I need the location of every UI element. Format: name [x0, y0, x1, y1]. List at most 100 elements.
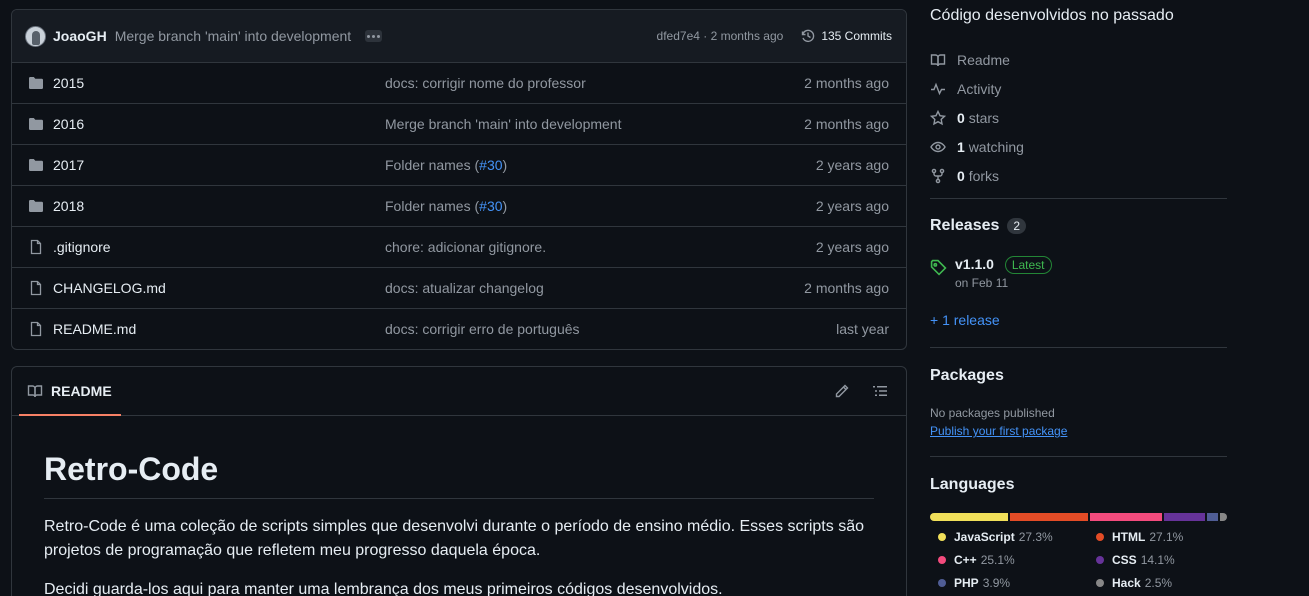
- file-icon: [28, 239, 44, 255]
- commit-meta[interactable]: dfed7e4 · 2 months ago: [657, 29, 784, 43]
- packages-title[interactable]: Packages: [930, 367, 1004, 385]
- avatar[interactable]: [25, 25, 46, 47]
- commits-history-link[interactable]: 135 Commits: [800, 28, 892, 44]
- language-percent: 25.1%: [980, 553, 1015, 567]
- file-commit-message[interactable]: Merge branch 'main' into development: [385, 116, 621, 132]
- readme-link[interactable]: Readme: [930, 45, 1024, 74]
- file-age: 2 months ago: [804, 75, 889, 91]
- language-bar-segment: [1164, 513, 1205, 521]
- commit-text: Folder names (: [385, 198, 480, 214]
- folder-icon: [28, 157, 44, 173]
- file-row[interactable]: 2018 Folder names (#30) 2 years ago: [12, 186, 906, 227]
- file-row[interactable]: 2015 docs: corrigir nome do professor 2 mo…: [12, 63, 906, 104]
- file-age: 2 years ago: [815, 239, 889, 255]
- file-commit-message[interactable]: Folder names (#30): [385, 198, 507, 214]
- watching-label: watching: [968, 138, 1024, 155]
- eye-icon: [930, 141, 946, 152]
- book-icon: [27, 384, 43, 397]
- publish-package-link[interactable]: Publish your first package: [930, 424, 1067, 438]
- language-bar-segment: [1090, 513, 1163, 521]
- language-item[interactable]: Hack 2.5%: [1096, 576, 1172, 590]
- latest-badge: Latest: [1004, 256, 1052, 274]
- forks-label: forks: [968, 167, 1000, 184]
- file-row[interactable]: CHANGELOG.md docs: atualizar changelog 2 m…: [12, 268, 906, 309]
- file-commit-message[interactable]: docs: atualizar changelog: [385, 280, 544, 296]
- languages-title: Languages: [930, 476, 1015, 493]
- file-age: 2 years ago: [815, 198, 889, 214]
- watchers-link[interactable]: 1 watching: [930, 132, 1024, 161]
- latest-release[interactable]: v1.1.0 Latest on Feb 11: [930, 256, 1052, 290]
- language-name: C++: [954, 553, 977, 567]
- commit-text: Folder names (: [385, 157, 480, 173]
- issue-link[interactable]: #30: [479, 157, 502, 173]
- file-row[interactable]: README.md docs: corrigir erro de portuguê…: [12, 309, 906, 349]
- file-name[interactable]: .gitignore: [53, 239, 111, 255]
- file-name[interactable]: README.md: [53, 321, 136, 337]
- readme-panel: README Retro-Code Retro-Code é uma coleç…: [11, 366, 907, 596]
- language-item[interactable]: C++ 25.1%: [938, 553, 1015, 567]
- file-commit-message[interactable]: Folder names (#30): [385, 157, 507, 173]
- file-row[interactable]: .gitignore chore: adicionar gitignore. 2 y…: [12, 227, 906, 268]
- language-color-dot: [938, 556, 946, 564]
- tab-readme[interactable]: README: [19, 367, 121, 416]
- pencil-icon[interactable]: [834, 383, 850, 399]
- language-item[interactable]: CSS 14.1%: [1096, 553, 1175, 567]
- file-age: last year: [836, 321, 889, 337]
- file-commit-message[interactable]: docs: corrigir erro de português: [385, 321, 580, 337]
- commit-author[interactable]: JoaoGH: [53, 28, 107, 44]
- language-item[interactable]: HTML 27.1%: [1096, 530, 1183, 544]
- packages-empty-text: No packages published: [930, 406, 1055, 420]
- fork-icon: [931, 168, 945, 183]
- language-name: PHP: [954, 576, 979, 590]
- expand-commit-icon[interactable]: [365, 30, 383, 42]
- divider: [930, 456, 1227, 457]
- commit-text: docs: corrigir erro de português: [385, 321, 580, 337]
- file-icon: [28, 280, 44, 296]
- releases-count: 2: [1007, 218, 1027, 234]
- folder-icon: [28, 198, 44, 214]
- releases-heading[interactable]: Releases 2: [930, 217, 1027, 235]
- releases-title: Releases: [930, 217, 1000, 234]
- activity-link-label: Activity: [957, 80, 1002, 97]
- watching-count: 1: [957, 138, 965, 155]
- file-name[interactable]: 2017: [53, 157, 84, 173]
- commit-text: docs: corrigir nome do professor: [385, 75, 586, 91]
- star-icon: [930, 109, 946, 125]
- language-name: HTML: [1112, 530, 1146, 544]
- divider: [930, 347, 1227, 348]
- file-age: 2 months ago: [804, 116, 889, 132]
- readme-link-label: Readme: [957, 51, 1010, 68]
- language-item[interactable]: JavaScript 27.3%: [938, 530, 1053, 544]
- file-row[interactable]: 2017 Folder names (#30) 2 years ago: [12, 145, 906, 186]
- language-bar-segment: [1219, 513, 1227, 521]
- file-name[interactable]: 2018: [53, 198, 84, 214]
- outline-list-icon[interactable]: [872, 383, 888, 399]
- language-percent: 2.5%: [1144, 576, 1173, 590]
- readme-header: README: [12, 367, 906, 416]
- readme-paragraph: Decidi guarda-los aqui para manter uma l…: [44, 581, 723, 596]
- stars-link[interactable]: 0 stars: [930, 103, 1024, 132]
- file-name[interactable]: CHANGELOG.md: [53, 280, 166, 296]
- about-description: Código desenvolvidos no passado: [930, 7, 1174, 24]
- language-percent: 3.9%: [982, 576, 1011, 590]
- activity-link[interactable]: Activity: [930, 74, 1024, 103]
- file-commit-message[interactable]: chore: adicionar gitignore.: [385, 239, 546, 255]
- language-color-dot: [938, 579, 946, 587]
- language-name: CSS: [1112, 553, 1137, 567]
- file-commit-message[interactable]: docs: corrigir nome do professor: [385, 75, 586, 91]
- issue-link[interactable]: #30: [479, 198, 502, 214]
- pulse-icon: [931, 82, 945, 95]
- commit-text: chore: adicionar gitignore.: [385, 239, 547, 255]
- language-item[interactable]: PHP 3.9%: [938, 576, 1010, 590]
- file-name[interactable]: 2016: [53, 116, 84, 132]
- stars-label: stars: [968, 109, 1000, 126]
- language-color-dot: [1096, 579, 1104, 587]
- commit-message[interactable]: Merge branch 'main' into development: [115, 28, 351, 44]
- forks-link[interactable]: 0 forks: [930, 161, 1024, 190]
- language-percent: 27.1%: [1149, 530, 1184, 544]
- file-row[interactable]: 2016 Merge branch 'main' into development…: [12, 104, 906, 145]
- more-releases-link[interactable]: + 1 release: [930, 312, 1000, 328]
- language-color-dot: [1096, 556, 1104, 564]
- readme-title: Retro-Code: [44, 450, 874, 500]
- file-name[interactable]: 2015: [53, 75, 84, 91]
